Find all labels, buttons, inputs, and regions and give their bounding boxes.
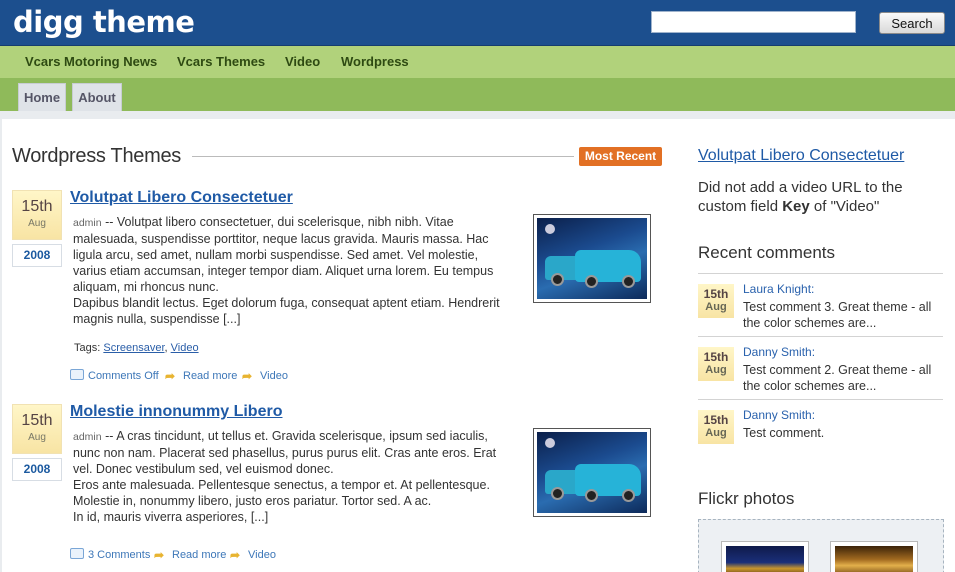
comment-author[interactable]: Danny Smith:: [743, 408, 815, 422]
divider: [698, 273, 943, 274]
tab-about[interactable]: About: [72, 83, 122, 111]
site-logo[interactable]: digg theme: [13, 6, 195, 38]
car-image: [537, 218, 647, 299]
comment-author[interactable]: Laura Knight:: [743, 282, 814, 296]
comment-author[interactable]: Danny Smith:: [743, 345, 815, 359]
search-button[interactable]: Search: [879, 12, 945, 34]
comment-icon: [70, 369, 84, 380]
category-nav: Vcars Motoring News Vcars Themes Video W…: [0, 46, 955, 78]
post-excerpt: admin -- A cras tincidunt, ut tellus et.…: [73, 429, 497, 524]
post-month: Aug: [28, 432, 46, 443]
nav-vcars-themes[interactable]: Vcars Themes: [177, 54, 265, 69]
post-year: 2008: [12, 458, 62, 481]
post-year: 2008: [12, 244, 62, 267]
comment-icon: [70, 548, 84, 559]
post-title[interactable]: Molestie innonummy Libero: [70, 403, 282, 421]
most-recent-badge[interactable]: Most Recent: [579, 147, 662, 166]
sidebar-video-title[interactable]: Volutpat Libero Consectetuer: [698, 147, 904, 165]
post-thumbnail[interactable]: [533, 214, 651, 303]
arrow-icon: ➦: [165, 369, 176, 383]
post-excerpt: admin -- Volutpat libero consectetuer, d…: [73, 215, 500, 326]
video-link[interactable]: ➦ Video: [242, 369, 288, 383]
section-title: Wordpress Themes: [12, 145, 181, 167]
post-date-badge: 15th Aug: [12, 190, 62, 240]
post-day: 15th: [21, 412, 53, 429]
site-header: digg theme Search: [0, 0, 955, 46]
post-day: 15th: [21, 198, 53, 215]
arrow-icon: ➦: [154, 548, 165, 562]
comment-date-badge: 15th Aug: [698, 347, 734, 381]
divider: [698, 399, 943, 400]
comment-excerpt: Test comment 3. Great theme - all the col…: [743, 300, 932, 330]
post-month: Aug: [28, 218, 46, 229]
post-date-badge: 15th Aug: [12, 404, 62, 454]
title-divider: [192, 156, 574, 157]
comment-excerpt: Test comment.: [743, 426, 825, 440]
post-thumbnail[interactable]: [533, 428, 651, 517]
nav-video[interactable]: Video: [285, 54, 320, 69]
comments-link[interactable]: 3 Comments: [70, 548, 150, 561]
video-link[interactable]: ➦ Video: [230, 548, 276, 562]
tag-screensaver[interactable]: Screensaver: [103, 342, 164, 354]
tab-home[interactable]: Home: [18, 83, 66, 111]
comment-date-badge: 15th Aug: [698, 410, 734, 444]
comment-date-badge: 15th Aug: [698, 284, 734, 318]
read-more-link[interactable]: ➦ Read more: [165, 369, 237, 383]
page-tabs: Home About: [0, 78, 955, 111]
flickr-photo[interactable]: [721, 541, 809, 572]
tags-label: Tags:: [74, 342, 101, 354]
car-image: [537, 432, 647, 513]
divider: [698, 336, 943, 337]
arrow-icon: ➦: [242, 369, 253, 383]
comments-link[interactable]: Comments Off: [70, 369, 159, 382]
nav-vcars-motoring-news[interactable]: Vcars Motoring News: [25, 54, 157, 69]
flickr-photo[interactable]: [830, 541, 918, 572]
nav-wordpress[interactable]: Wordpress: [341, 54, 409, 69]
post-title[interactable]: Volutpat Libero Consectetuer: [70, 189, 293, 207]
sidebar-video-message: Did not add a video URL to the custom fi…: [698, 179, 903, 215]
post-author[interactable]: admin: [73, 431, 102, 443]
arrow-icon: ➦: [230, 548, 241, 562]
flickr-heading: Flickr photos: [698, 489, 795, 508]
tag-video[interactable]: Video: [171, 342, 199, 354]
post-tags: Tags: Screensaver, Video: [74, 342, 199, 354]
search-input[interactable]: [651, 11, 856, 33]
recent-comments-heading: Recent comments: [698, 243, 835, 262]
read-more-link[interactable]: ➦ Read more: [154, 548, 226, 562]
comment-excerpt: Test comment 2. Great theme - all the col…: [743, 363, 932, 393]
post-author[interactable]: admin: [73, 217, 102, 229]
